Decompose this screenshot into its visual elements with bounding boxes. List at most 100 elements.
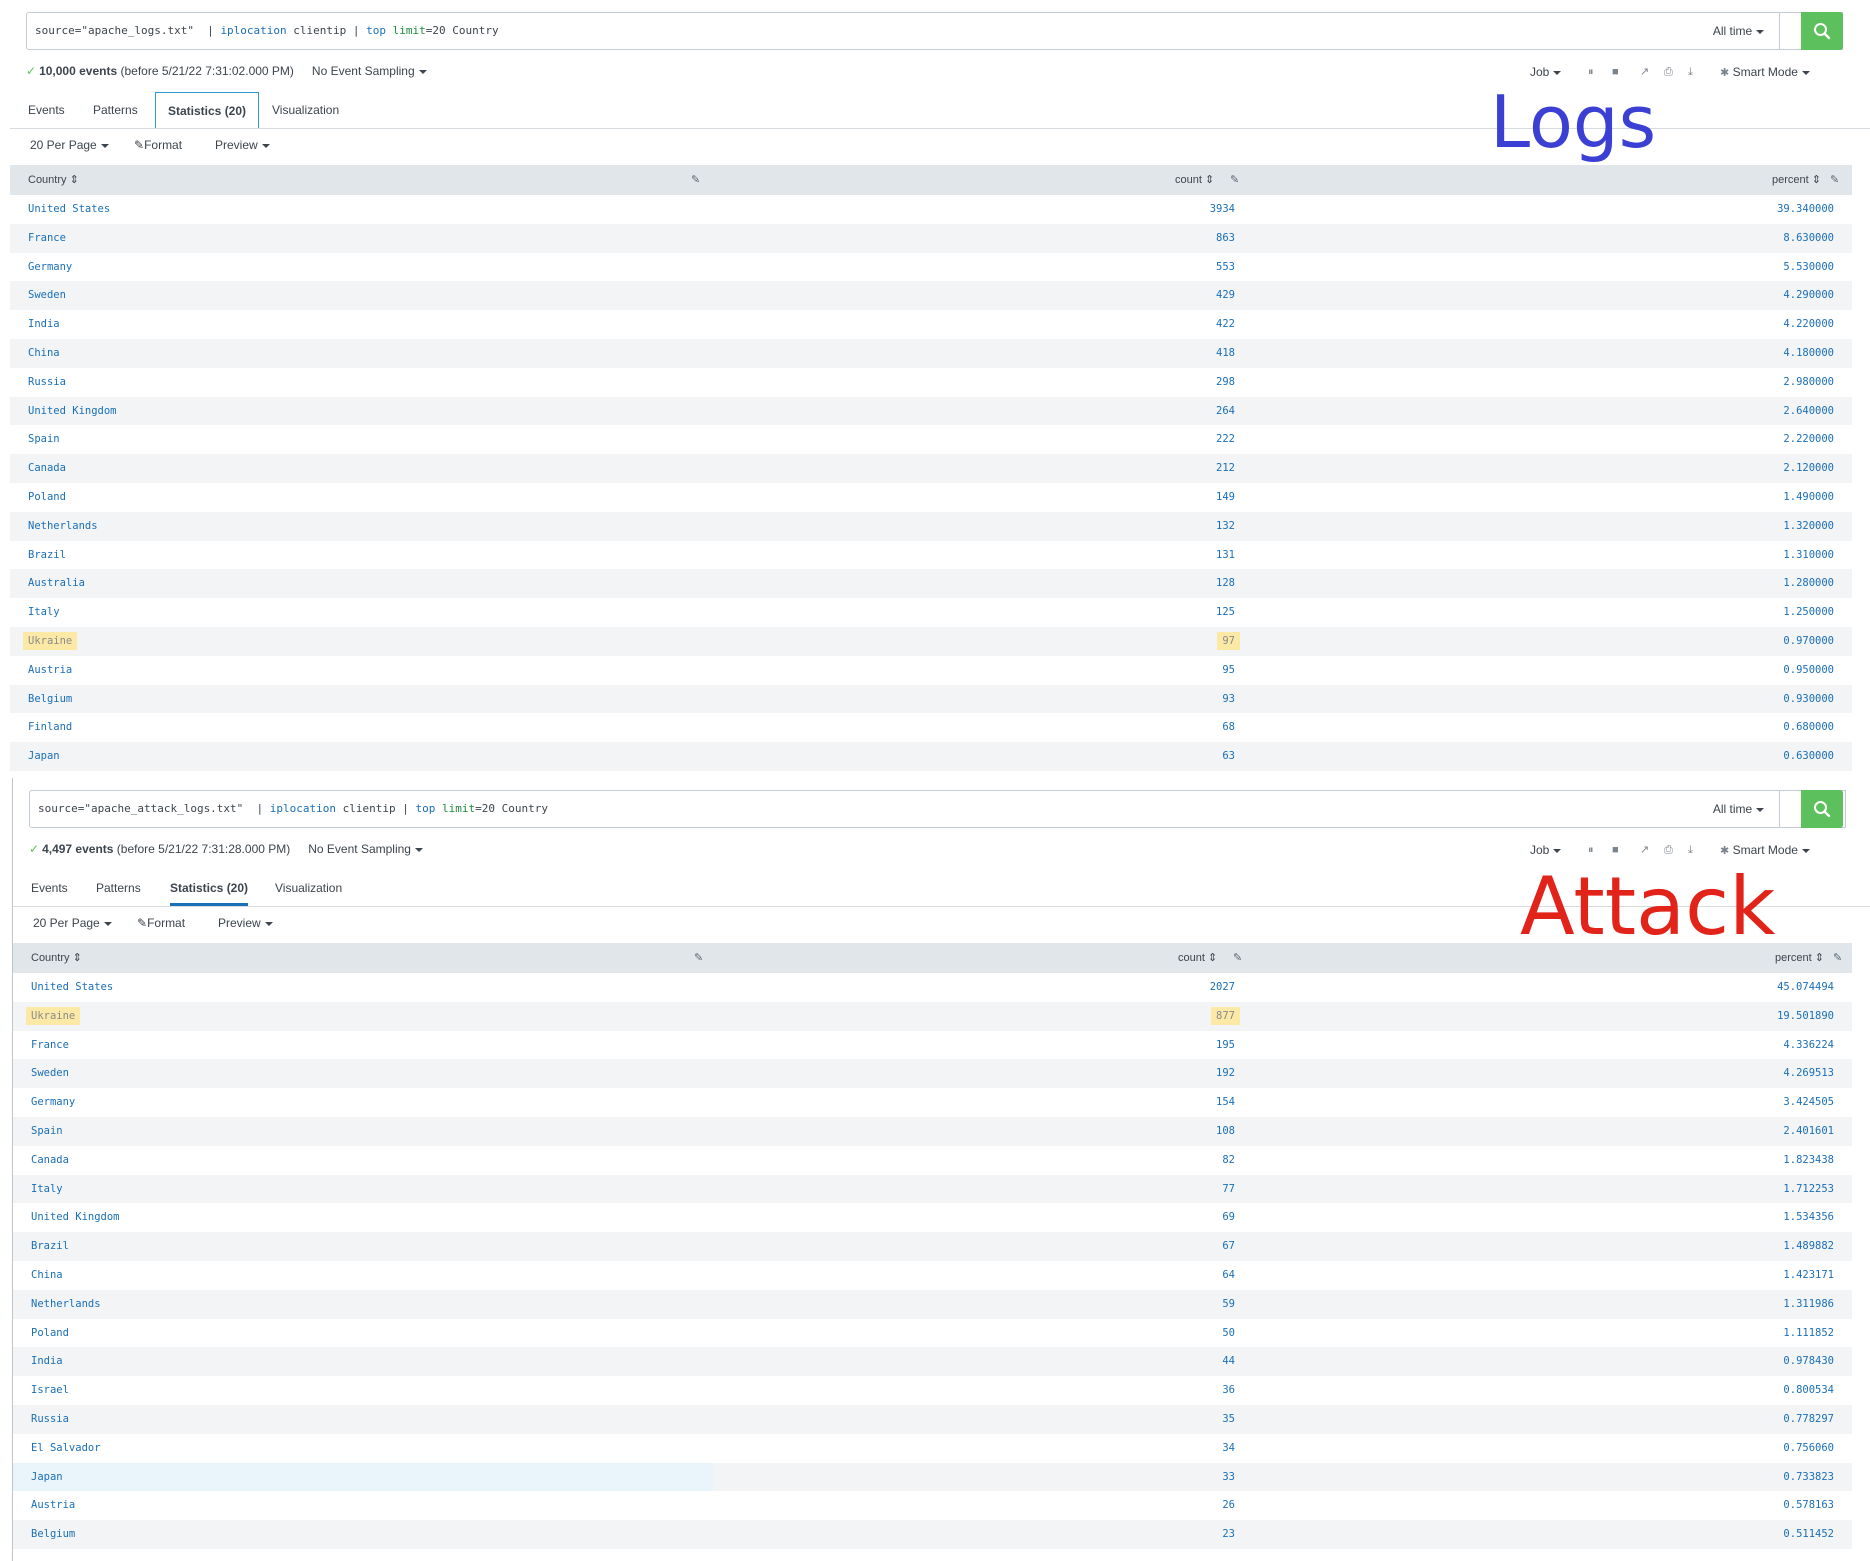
table-row[interactable]: Netherlands 59 1.311986 [13, 1289, 1852, 1319]
percent-cell[interactable]: 0.978430 [1783, 1347, 1834, 1376]
percent-cell[interactable]: 0.630000 [1783, 742, 1834, 771]
table-row[interactable]: France 195 4.336224 [13, 1031, 1852, 1060]
percent-cell[interactable]: 2.120000 [1783, 454, 1834, 483]
table-row[interactable]: Spain 222 2.220000 [10, 425, 1852, 454]
country-cell[interactable]: France [28, 224, 66, 253]
per-page-dropdown[interactable]: 20 Per Page [33, 916, 112, 930]
table-row[interactable]: Austria 26 0.578163 [13, 1491, 1852, 1520]
country-cell[interactable]: Israel [31, 1376, 69, 1405]
country-cell[interactable]: Sweden [28, 281, 66, 310]
percent-cell[interactable]: 0.680000 [1783, 713, 1834, 742]
table-row[interactable]: United States 3934 39.340000 [10, 195, 1852, 224]
count-cell[interactable]: 23 [1222, 1520, 1235, 1549]
column-header-percent[interactable]: percent ⇕ [1772, 165, 1821, 195]
percent-cell[interactable]: 1.823438 [1783, 1146, 1834, 1175]
table-row[interactable]: Belgium 23 0.511452 [13, 1520, 1852, 1549]
count-cell[interactable]: 131 [1216, 541, 1235, 570]
country-cell[interactable]: Japan [31, 1463, 63, 1492]
tab-statistics[interactable]: Statistics (20) [155, 92, 260, 128]
table-row[interactable]: Russia 35 0.778297 [13, 1404, 1852, 1434]
country-cell[interactable]: Brazil [31, 1232, 69, 1261]
tab-patterns[interactable]: Patterns [96, 870, 141, 906]
table-row[interactable]: Israel 36 0.800534 [13, 1376, 1852, 1405]
count-cell[interactable]: 68 [1222, 713, 1235, 742]
percent-cell[interactable]: 2.640000 [1783, 397, 1834, 426]
table-row[interactable]: Japan 33 0.733823 [13, 1462, 1852, 1492]
percent-cell[interactable]: 0.756060 [1783, 1434, 1834, 1463]
country-cell[interactable]: Belgium [31, 1520, 75, 1549]
country-cell[interactable]: Poland [31, 1319, 69, 1348]
country-cell[interactable]: France [31, 1031, 69, 1060]
search-input[interactable]: source="apache_logs.txt" | iplocation cl… [26, 12, 1843, 50]
table-row[interactable]: United States 2027 45.074494 [13, 973, 1852, 1002]
count-cell[interactable]: 3934 [1210, 195, 1235, 224]
table-row[interactable]: Sweden 429 4.290000 [10, 281, 1852, 311]
country-cell[interactable]: Germany [28, 253, 72, 282]
percent-cell[interactable]: 0.800534 [1783, 1376, 1834, 1405]
table-row[interactable]: United Kingdom 69 1.534356 [13, 1203, 1852, 1232]
country-cell[interactable]: Netherlands [28, 512, 98, 541]
search-mode-dropdown[interactable]: ✱ Smart Mode [1720, 840, 1810, 861]
count-cell[interactable]: 69 [1222, 1203, 1235, 1232]
country-cell[interactable]: Ukraine [23, 627, 78, 656]
table-row[interactable]: Australia 128 1.280000 [10, 569, 1852, 599]
tab-visualization[interactable]: Visualization [275, 870, 342, 906]
pencil-icon[interactable]: ✎ [1230, 165, 1239, 195]
percent-cell[interactable]: 4.180000 [1783, 339, 1834, 368]
table-row[interactable]: Poland 149 1.490000 [10, 483, 1852, 512]
table-row[interactable]: Germany 553 5.530000 [10, 253, 1852, 282]
table-row[interactable]: Finland 68 0.680000 [10, 713, 1852, 742]
table-row[interactable]: Ukraine 877 19.501890 [13, 1001, 1852, 1031]
country-cell[interactable]: Netherlands [31, 1290, 101, 1319]
percent-cell[interactable]: 0.778297 [1783, 1405, 1834, 1434]
country-cell[interactable]: India [31, 1347, 63, 1376]
count-cell[interactable]: 132 [1216, 512, 1235, 541]
country-cell[interactable]: Spain [31, 1117, 63, 1146]
country-cell[interactable]: Austria [31, 1491, 75, 1520]
per-page-dropdown[interactable]: 20 Per Page [30, 138, 109, 152]
stop-icon[interactable]: ■ [1612, 840, 1619, 860]
table-row[interactable]: Canada 82 1.823438 [13, 1146, 1852, 1175]
percent-cell[interactable]: 1.489882 [1783, 1232, 1834, 1261]
count-cell[interactable]: 50 [1222, 1319, 1235, 1348]
percent-cell[interactable]: 1.423171 [1783, 1261, 1834, 1290]
time-range-picker[interactable]: All time [1698, 790, 1780, 828]
table-row[interactable]: Germany 154 3.424505 [13, 1088, 1852, 1117]
pause-icon[interactable]: ⏸ [1588, 840, 1594, 860]
pencil-icon[interactable]: ✎ [1233, 943, 1242, 973]
count-cell[interactable]: 33 [1222, 1463, 1235, 1492]
table-row[interactable]: Austria 95 0.950000 [10, 656, 1852, 685]
table-row[interactable]: Ukraine 97 0.970000 [10, 626, 1852, 656]
column-header-country[interactable]: Country ⇕ [28, 165, 79, 195]
count-cell[interactable]: 125 [1216, 598, 1235, 627]
percent-cell[interactable]: 8.630000 [1783, 224, 1834, 253]
count-cell[interactable]: 222 [1216, 425, 1235, 454]
table-row[interactable]: El Salvador 34 0.756060 [13, 1434, 1852, 1463]
country-cell[interactable]: Poland [28, 483, 66, 512]
country-cell[interactable]: Brazil [28, 541, 66, 570]
table-row[interactable]: India 422 4.220000 [10, 310, 1852, 339]
percent-cell[interactable]: 4.220000 [1783, 310, 1834, 339]
event-sampling-dropdown[interactable]: No Event Sampling [308, 842, 423, 856]
country-cell[interactable]: United Kingdom [31, 1203, 120, 1232]
country-cell[interactable]: Russia [28, 368, 66, 397]
column-header-percent[interactable]: percent ⇕ [1775, 943, 1824, 973]
country-cell[interactable]: Japan [28, 742, 60, 771]
tab-visualization[interactable]: Visualization [272, 92, 339, 128]
pencil-icon[interactable]: ✎ [691, 165, 700, 195]
country-cell[interactable]: Russia [31, 1405, 69, 1434]
time-range-picker[interactable]: All time [1698, 12, 1780, 50]
search-query[interactable]: source="apache_logs.txt" | iplocation cl… [35, 13, 499, 49]
percent-cell[interactable]: 0.511452 [1783, 1520, 1834, 1549]
count-cell[interactable]: 863 [1216, 224, 1235, 253]
job-menu[interactable]: Job [1530, 62, 1562, 82]
percent-cell[interactable]: 2.401601 [1783, 1117, 1834, 1146]
country-cell[interactable]: Austria [28, 656, 72, 685]
count-cell[interactable]: 418 [1216, 339, 1235, 368]
count-cell[interactable]: 77 [1222, 1175, 1235, 1204]
count-cell[interactable]: 63 [1222, 742, 1235, 771]
search-button[interactable] [1801, 12, 1843, 50]
format-button[interactable]: ✎Format [134, 138, 182, 152]
table-row[interactable]: China 418 4.180000 [10, 338, 1852, 368]
table-row[interactable]: Netherlands 132 1.320000 [10, 511, 1852, 541]
